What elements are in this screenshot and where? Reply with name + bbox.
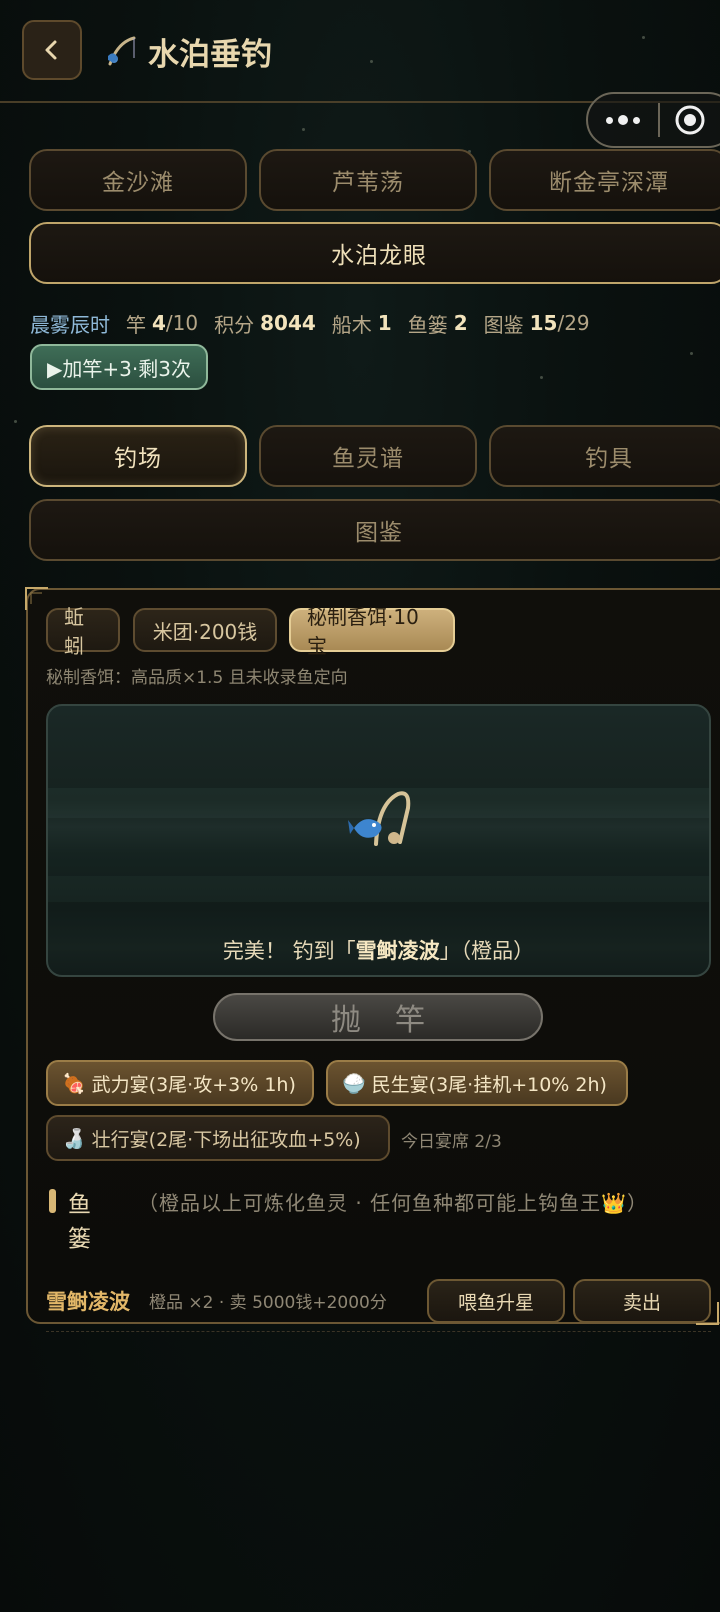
codex-value: 15: [529, 311, 558, 335]
crown-icon: 👑: [601, 1191, 627, 1215]
wood-label: 船木: [331, 312, 372, 337]
creel-count-label: 鱼篓: [407, 312, 448, 337]
target-icon: [675, 105, 705, 135]
feed-upgrade-button[interactable]: 喂鱼升星: [427, 1279, 565, 1323]
tab-codex[interactable]: 图鉴: [29, 499, 720, 561]
weather-text: 晨雾辰时: [30, 312, 110, 337]
back-button[interactable]: [22, 20, 82, 80]
close-miniapp-button[interactable]: [660, 104, 720, 136]
rod-label: 竿: [126, 312, 146, 337]
corner-ornament: [25, 587, 48, 610]
creel-note-text: （橙品以上可炼化鱼灵 · 任何鱼种都可能上钩鱼王: [138, 1191, 602, 1215]
spot-luweidang[interactable]: 芦苇荡: [259, 149, 477, 211]
more-icon[interactable]: [588, 115, 658, 125]
spot-longyan[interactable]: 水泊龙眼: [29, 222, 720, 284]
creel-fish-name: 雪鲥凌波: [46, 1290, 130, 1314]
status-bar: 晨雾辰时 竿 4 /10 积分 8044 船木 1 鱼篓 2 图鉴 15 /29: [30, 303, 606, 343]
catch-message: 完美！ 钓到「雪鲥凌波」（橙品）: [46, 935, 711, 965]
cast-button[interactable]: 抛竿: [213, 993, 543, 1041]
add-rod-ad-button[interactable]: ▶加竿+3·剩3次: [30, 344, 208, 390]
tab-fish-spirit[interactable]: 鱼灵谱: [259, 425, 477, 487]
catch-suffix: 」（橙品）: [439, 939, 535, 963]
sell-button[interactable]: 卖出: [573, 1279, 711, 1323]
bait-secret[interactable]: 秘制香饵·10宝: [289, 605, 455, 658]
codex-label: 图鉴: [483, 312, 524, 337]
bait-earthworm[interactable]: 蚯蚓: [46, 605, 120, 658]
feast-martial-button[interactable]: 🍖 武力宴(3尾·攻+3% 1h): [46, 1060, 314, 1106]
section-marker: [49, 1189, 56, 1213]
feast-label: 壮行宴(2尾·下场出征攻血+5%): [91, 1128, 361, 1151]
feast-label: 武力宴(3尾·攻+3% 1h): [91, 1073, 296, 1096]
tab-fishing-spot[interactable]: 钓场: [29, 425, 247, 487]
meat-icon: 🍖: [62, 1072, 86, 1095]
points-value: 8044: [260, 311, 316, 335]
fish-on-rod-icon: [348, 791, 411, 846]
rice-bowl-icon: 🍚: [342, 1072, 366, 1095]
feast-livelihood-button[interactable]: 🍚 民生宴(3尾·挂机+10% 2h): [326, 1060, 628, 1106]
tab-gear[interactable]: 钓具: [489, 425, 720, 487]
caught-fish-name: 雪鲥凌波: [355, 939, 440, 963]
water-ripple: [48, 876, 709, 902]
feast-label: 民生宴(3尾·挂机+10% 2h): [371, 1073, 607, 1096]
creel-count-value: 2: [453, 311, 468, 335]
rod-value: 4: [152, 311, 166, 335]
feast-farewell-button[interactable]: 🍶 壮行宴(2尾·下场出征攻血+5%): [46, 1115, 390, 1161]
rod-total: /10: [165, 311, 199, 335]
feast-today-count: 今日宴席 2/3: [401, 1132, 502, 1152]
creel-fish-info: 橙品 ×2 · 卖 5000钱+2000分: [149, 1293, 387, 1313]
codex-total: /29: [557, 311, 590, 335]
spot-duanjinting[interactable]: 断金亭深潭: [489, 149, 720, 211]
points-label: 积分: [214, 312, 255, 337]
fishing-rod-icon: [108, 36, 136, 66]
bait-description: 秘制香饵：高品质×1.5 且未收录鱼定向: [46, 668, 348, 688]
page-title: 水泊垂钓: [104, 26, 272, 76]
wine-bottle-icon: 🍶: [62, 1127, 86, 1150]
creel-note-end: ）: [626, 1191, 648, 1215]
catch-prefix: 完美！ 钓到「: [222, 939, 356, 963]
creel-title: 鱼篓: [68, 1192, 91, 1252]
spot-jinshatan[interactable]: 金沙滩: [29, 149, 247, 211]
miniapp-capsule[interactable]: [586, 92, 720, 148]
bait-rice-ball[interactable]: 米团·200钱: [133, 608, 277, 652]
row-divider: [46, 1331, 711, 1332]
title-text: 水泊垂钓: [148, 36, 272, 73]
creel-note: （橙品以上可炼化鱼灵 · 任何鱼种都可能上钩鱼王👑）: [138, 1188, 678, 1218]
chevron-left-icon: [45, 40, 57, 60]
wood-value: 1: [377, 311, 392, 335]
